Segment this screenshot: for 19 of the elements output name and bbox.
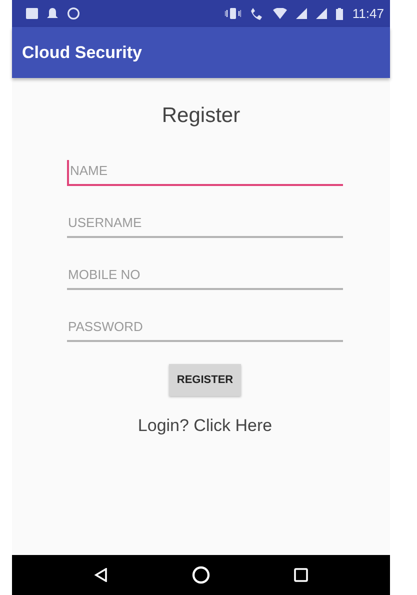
input-field[interactable]: PASSWORD [67,316,343,342]
login-link[interactable]: Login? Click Here [138,416,272,436]
input-field[interactable]: MOBILE NO [67,264,343,290]
bell-icon [47,8,58,20]
input-field[interactable]: USERNAME [67,212,343,238]
home-icon[interactable] [192,566,210,584]
back-icon[interactable] [94,568,108,582]
vibrate-icon [225,8,242,19]
signal-icon [316,8,328,19]
wifi-icon [273,8,288,19]
register-button[interactable]: REGISTER [168,364,242,396]
clock-time: 11:47 [352,6,384,21]
phone-icon [250,8,264,20]
battery-icon [336,8,344,20]
app-title: Cloud Security [22,42,142,62]
signal-icon [296,8,308,19]
input-field[interactable]: NAME [67,160,343,186]
recents-icon[interactable] [294,568,308,582]
page-heading: Register [162,104,240,128]
